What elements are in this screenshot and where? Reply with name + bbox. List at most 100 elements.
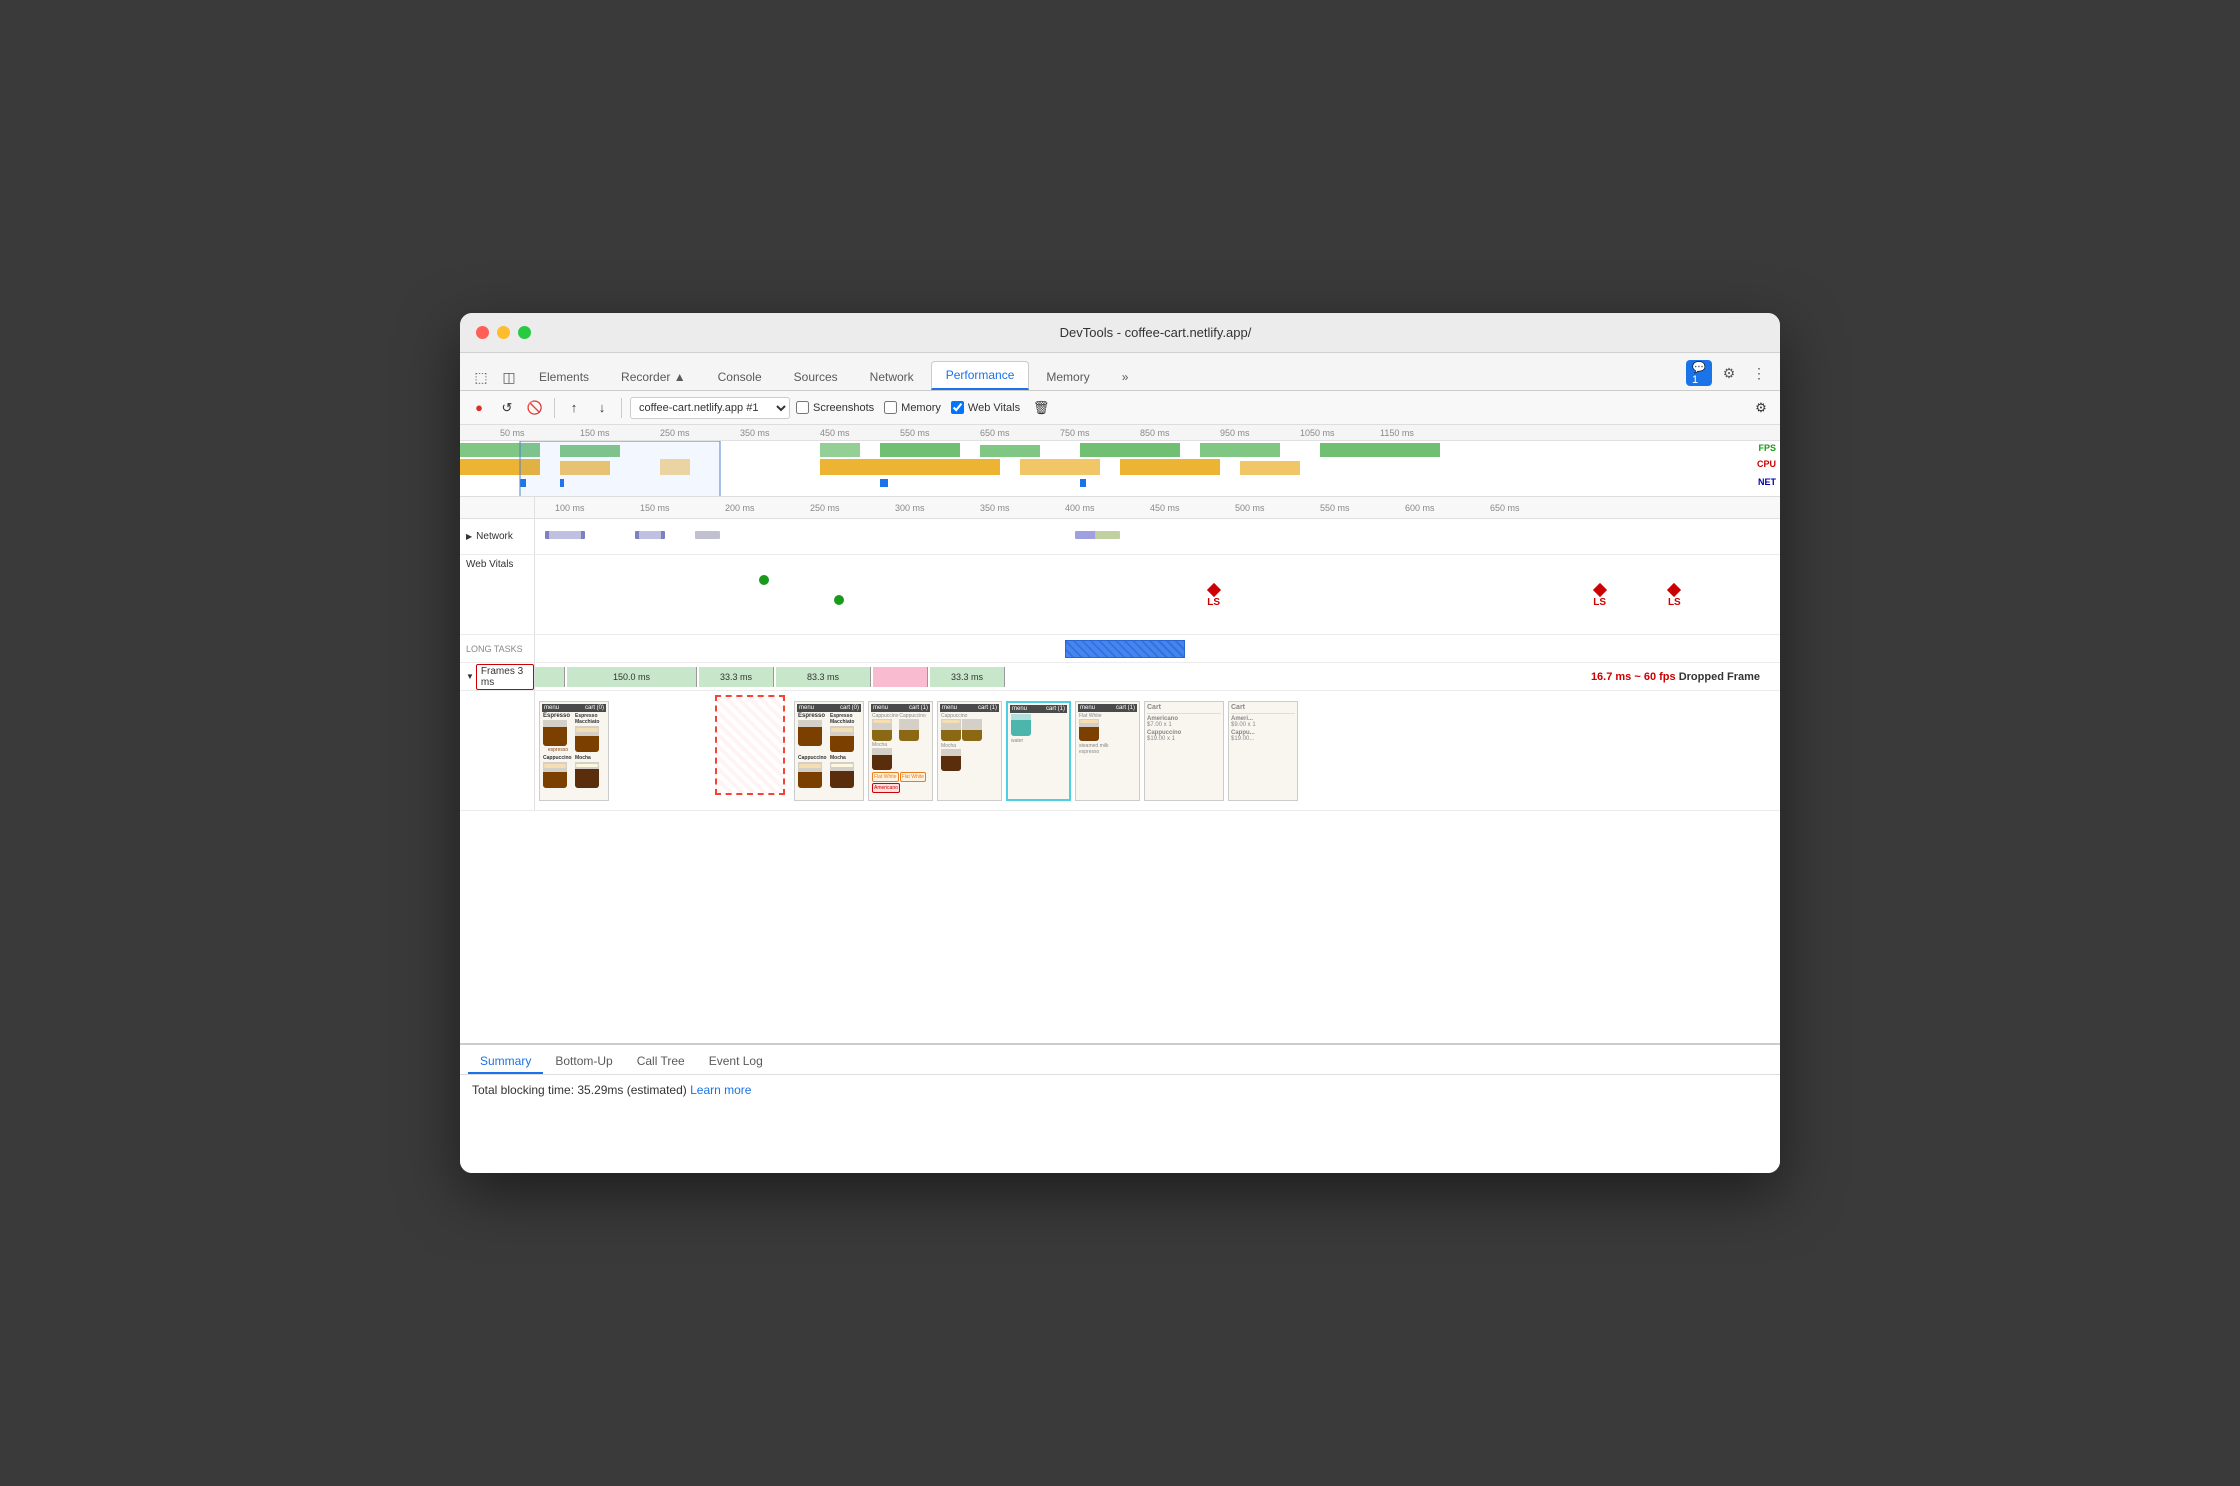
memory-checkbox-label[interactable]: Memory <box>884 401 941 414</box>
cursor-icon[interactable]: ⬚ <box>468 364 494 390</box>
web-vitals-content[interactable]: LS LS LS <box>535 555 1780 634</box>
screenshot-8[interactable]: Cart Ameri... $9.00 x 1 Cappu... $19.00.… <box>1228 701 1298 801</box>
ts-250: 250 ms <box>660 428 690 438</box>
long-task-bar[interactable] <box>1065 640 1185 658</box>
ruler-200ms: 200 ms <box>725 503 755 513</box>
tab-elements[interactable]: Elements <box>524 363 604 390</box>
maximize-button[interactable] <box>518 326 531 339</box>
screenshot-items-2: Cappuccino Mocha <box>542 754 606 790</box>
ls-diamond-2 <box>1593 583 1607 597</box>
memory-checkbox[interactable] <box>884 401 897 414</box>
frames-label[interactable]: ▼ Frames 3 ms <box>460 663 535 690</box>
coffee-scene-3: menucart (1) Cappuccino <box>869 702 932 800</box>
ts-1150: 1150 ms <box>1380 428 1414 438</box>
upload-button[interactable]: ↑ <box>563 397 585 419</box>
screenshot-items-1: Espresso espresso Espresso Macchiato <box>542 712 606 754</box>
tab-recorder[interactable]: Recorder ▲ <box>606 363 701 390</box>
screenshots-content[interactable]: menucart (0) Espresso espresso <box>535 691 1780 810</box>
frame-seg-5[interactable]: 33.3 ms <box>930 667 1005 687</box>
ts-950: 950 ms <box>1220 428 1250 438</box>
coffee-scene-4: menucart (1) Cappuccino <box>938 702 1001 800</box>
window-title: DevTools - coffee-cart.netlify.app/ <box>547 325 1764 340</box>
toolbar-separator-1 <box>554 398 555 418</box>
learn-more-link[interactable]: Learn more <box>690 1083 751 1097</box>
toolbar-separator-2 <box>621 398 622 418</box>
tab-call-tree[interactable]: Call Tree <box>625 1050 697 1074</box>
download-button[interactable]: ↓ <box>591 397 613 419</box>
tab-performance[interactable]: Performance <box>931 361 1030 390</box>
delete-button[interactable]: 🗑 <box>1030 397 1052 419</box>
cart-item-cappuccino: Cappuccino $19.00 x 1 <box>1147 730 1221 742</box>
close-button[interactable] <box>476 326 489 339</box>
tab-bar: ⬚ ◫ Elements Recorder ▲ Console Sources … <box>460 353 1780 391</box>
clear-button[interactable]: 🚫 <box>524 397 546 419</box>
ls-marker-3: LS <box>1668 585 1681 608</box>
toolbar-settings-icon[interactable]: ⚙ <box>1750 397 1772 419</box>
tab-memory[interactable]: Memory <box>1031 363 1104 390</box>
network-content[interactable] <box>535 519 1780 554</box>
screenshot-3[interactable]: menucart (1) Cappuccino <box>868 701 933 801</box>
frames-content[interactable]: 150.0 ms 33.3 ms 83.3 ms 33.3 ms 16.7 ms… <box>535 663 1780 690</box>
reload-button[interactable]: ↺ <box>496 397 518 419</box>
tab-event-log[interactable]: Event Log <box>697 1050 775 1074</box>
screenshot-6[interactable]: menucart (1) Flat White steamed milk esp… <box>1075 701 1140 801</box>
overview-area[interactable]: 50 ms 150 ms 250 ms 350 ms 450 ms 550 ms… <box>460 425 1780 497</box>
network-expand-icon[interactable]: ▶ <box>466 532 472 541</box>
ss3-flat-white2: Flat White <box>900 772 927 782</box>
ss2-macchiato: Espresso Macchiato <box>830 713 860 753</box>
chat-icon[interactable]: 💬 1 <box>1686 360 1712 386</box>
screenshots-checkbox[interactable] <box>796 401 809 414</box>
screenshot-cappuccino: Cappuccino <box>543 755 573 789</box>
profile-select[interactable]: coffee-cart.netlify.app #1 <box>630 397 790 419</box>
frame-seg-0[interactable] <box>535 667 565 687</box>
coffee-scene-2: menucart (0) Espresso Espresso Macchiat <box>795 702 863 800</box>
record-button[interactable]: ● <box>468 397 490 419</box>
screenshot-2[interactable]: menucart (0) Espresso Espresso Macchiat <box>794 701 864 801</box>
tab-sources[interactable]: Sources <box>779 363 853 390</box>
screenshot-header-3: menucart (1) <box>871 704 930 712</box>
fps-chart <box>460 441 1780 497</box>
web-vitals-checkbox-label[interactable]: Web Vitals <box>951 401 1020 414</box>
long-tasks-label: LONG TASKS <box>460 635 535 662</box>
frame-seg-1[interactable]: 150.0 ms <box>567 667 697 687</box>
ruler-500ms: 500 ms <box>1235 503 1265 513</box>
frame-seg-4[interactable] <box>873 667 928 687</box>
device-icon[interactable]: ◫ <box>496 364 522 390</box>
tab-bottom-up[interactable]: Bottom-Up <box>543 1050 624 1074</box>
traffic-lights <box>476 326 531 339</box>
screenshot-7[interactable]: Cart Americano $7.00 x 1 Cappuccino $19.… <box>1144 701 1224 801</box>
overview-charts[interactable]: FPS CPU NET <box>460 441 1780 497</box>
dropped-frame-indicator: 16.7 ms ~ 60 fps Dropped Frame <box>1591 671 1760 683</box>
title-bar: DevTools - coffee-cart.netlify.app/ <box>460 313 1780 353</box>
ts-650: 650 ms <box>980 428 1010 438</box>
timeline-tracks[interactable]: ▶ Network <box>460 519 1780 1043</box>
dot-green-1 <box>759 575 769 585</box>
screenshot-espresso: Espresso espresso <box>543 713 573 753</box>
frame-seg-3[interactable]: 83.3 ms <box>776 667 871 687</box>
screenshot-5-highlighted[interactable]: menucart (1) water <box>1006 701 1071 801</box>
frame-seg-2[interactable]: 33.3 ms <box>699 667 774 687</box>
ss4-mocha-cup <box>941 749 961 771</box>
minimize-button[interactable] <box>497 326 510 339</box>
timeline-ruler: 100 ms 150 ms 200 ms 250 ms 300 ms 350 m… <box>460 497 1780 519</box>
tab-console[interactable]: Console <box>703 363 777 390</box>
screenshot-4[interactable]: menucart (1) Cappuccino <box>937 701 1002 801</box>
ts-50: 50 ms <box>500 428 525 438</box>
screenshots-checkbox-label[interactable]: Screenshots <box>796 401 874 414</box>
cart-scene: Cart Americano $7.00 x 1 Cappuccino $19.… <box>1145 702 1223 800</box>
settings-icon[interactable]: ⚙ <box>1716 360 1742 386</box>
frames-expand-icon[interactable]: ▼ <box>466 672 474 681</box>
devtools-window: DevTools - coffee-cart.netlify.app/ ⬚ ◫ … <box>460 313 1780 1173</box>
more-icon[interactable]: ⋮ <box>1746 360 1772 386</box>
tab-more[interactable]: » <box>1107 363 1144 390</box>
cart-item-americano-2: Ameri... $9.00 x 1 <box>1231 716 1295 728</box>
network-label[interactable]: ▶ Network <box>460 519 535 554</box>
web-vitals-checkbox[interactable] <box>951 401 964 414</box>
screenshot-1[interactable]: menucart (0) Espresso espresso <box>539 701 609 801</box>
cart-scene-2: Cart Ameri... $9.00 x 1 Cappu... $19.00.… <box>1229 702 1297 800</box>
long-task-stripe <box>1066 641 1184 657</box>
ss2-cappuccino: Cappuccino <box>798 755 828 789</box>
long-tasks-content[interactable] <box>535 635 1780 662</box>
tab-summary[interactable]: Summary <box>468 1050 543 1074</box>
tab-network[interactable]: Network <box>855 363 929 390</box>
